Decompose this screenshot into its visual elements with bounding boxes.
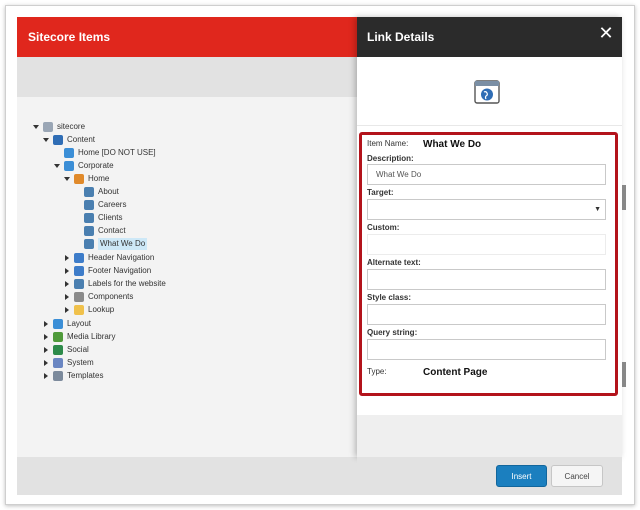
close-icon[interactable]: ✕	[598, 24, 614, 42]
tree-item-label: Labels for the website	[88, 279, 166, 288]
expand-right-icon[interactable]	[65, 281, 69, 287]
page-icon	[84, 187, 94, 197]
labels-icon	[74, 279, 84, 289]
style-class-input[interactable]	[367, 304, 606, 325]
query-string-input[interactable]	[367, 339, 606, 360]
system-icon	[53, 358, 63, 368]
dialog-divider	[357, 125, 622, 126]
tree-item-label: Corporate	[78, 161, 114, 170]
link-globe-icon	[474, 80, 500, 104]
left-toolbar	[17, 57, 357, 97]
link-details-title: Link Details	[367, 30, 435, 44]
custom-input[interactable]	[367, 234, 606, 255]
scroll-edge-lower	[622, 362, 626, 387]
tree-item-label: Home [DO NOT USE]	[78, 148, 156, 157]
expand-down-icon[interactable]	[33, 125, 39, 129]
expand-right-icon[interactable]	[44, 347, 48, 353]
expand-right-icon[interactable]	[65, 294, 69, 300]
globe-icon	[64, 148, 74, 158]
expand-right-icon[interactable]	[65, 307, 69, 313]
document-icon	[43, 122, 53, 132]
tree-item-label: Home	[88, 174, 110, 183]
layout-icon	[53, 319, 63, 329]
content-icon	[53, 135, 63, 145]
scroll-edge-upper	[622, 185, 626, 210]
tree-item-label: About	[98, 187, 119, 196]
navigation-icon	[74, 253, 84, 263]
target-select[interactable]: ▼	[367, 199, 606, 220]
dialog-lower-area	[357, 415, 622, 457]
expand-down-icon[interactable]	[64, 177, 70, 181]
media-icon	[53, 332, 63, 342]
tree-item-label: Clients	[98, 213, 123, 222]
tree-item-label: Media Library	[67, 332, 116, 341]
left-footer	[17, 457, 357, 495]
type-value: Content Page	[423, 367, 488, 378]
tree-item-label: Templates	[67, 371, 104, 380]
style-class-label: Style class:	[367, 293, 412, 302]
tree-item-label: Components	[88, 292, 134, 301]
type-label: Type:	[367, 367, 387, 376]
expand-right-icon[interactable]	[44, 360, 48, 366]
sitecore-items-title: Sitecore Items	[28, 30, 111, 44]
expand-right-icon[interactable]	[44, 373, 48, 379]
custom-label: Custom:	[367, 223, 400, 232]
tree-item-label: Careers	[98, 200, 127, 209]
home-icon	[74, 174, 84, 184]
tree-item-label: System	[67, 358, 94, 367]
expand-down-icon[interactable]	[54, 164, 60, 168]
expand-right-icon[interactable]	[44, 334, 48, 340]
query-string-label: Query string:	[367, 328, 418, 337]
page-icon	[84, 226, 94, 236]
tree-item-label: Footer Navigation	[88, 266, 152, 275]
page-icon	[84, 200, 94, 210]
tree-item-label: Content	[67, 135, 96, 144]
social-icon	[53, 345, 63, 355]
tree-item-label: Header Navigation	[88, 253, 155, 262]
item-name-label: Item Name:	[367, 139, 409, 148]
folder-icon	[74, 305, 84, 315]
description-input[interactable]: What We Do	[367, 164, 606, 185]
page-icon	[84, 213, 94, 223]
alternate-text-label: Alternate text:	[367, 258, 421, 267]
tree-item-label: sitecore	[57, 122, 86, 131]
description-label: Description:	[367, 154, 414, 163]
components-icon	[74, 292, 84, 302]
item-name-value: What We Do	[423, 139, 482, 150]
expand-right-icon[interactable]	[65, 268, 69, 274]
expand-right-icon[interactable]	[65, 255, 69, 261]
templates-icon	[53, 371, 63, 381]
insert-button[interactable]: Insert	[496, 465, 547, 487]
tree-item-label: Contact	[98, 226, 126, 235]
tree-item-label: Layout	[67, 319, 92, 328]
chevron-down-icon: ▼	[594, 206, 601, 213]
globe-icon	[64, 161, 74, 171]
tree-item-label: Lookup	[88, 305, 115, 314]
expand-right-icon[interactable]	[44, 321, 48, 327]
page-icon	[84, 239, 94, 249]
cancel-button[interactable]: Cancel	[551, 465, 603, 487]
tree-item-label: What We Do	[98, 238, 148, 250]
target-label: Target:	[367, 188, 394, 197]
expand-down-icon[interactable]	[43, 138, 49, 142]
tree-item-label: Social	[67, 345, 89, 354]
alternate-text-input[interactable]	[367, 269, 606, 290]
navigation-icon	[74, 266, 84, 276]
